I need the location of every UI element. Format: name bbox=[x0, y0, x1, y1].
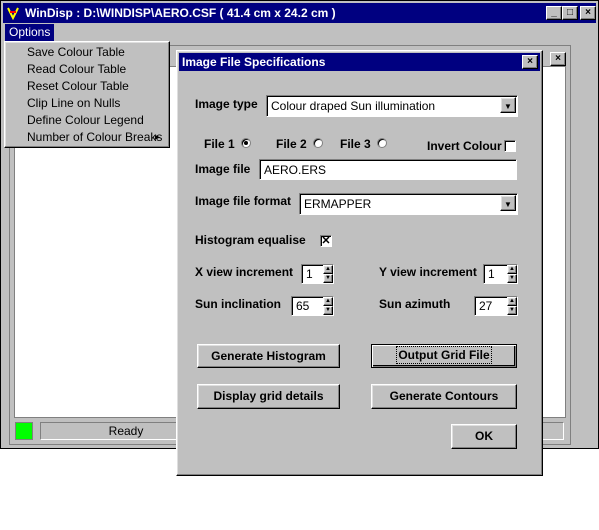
image-file-format-select[interactable]: ERMAPPER ▼ bbox=[299, 193, 518, 215]
image-file-format-label: Image file format bbox=[195, 194, 292, 208]
y-view-increment-spinner[interactable]: 1 ▲ ▼ bbox=[483, 264, 518, 284]
x-view-increment-down-button[interactable]: ▼ bbox=[323, 274, 333, 283]
ok-button[interactable]: OK bbox=[451, 424, 517, 449]
minimize-button[interactable]: _ bbox=[546, 6, 562, 20]
status-indicator bbox=[15, 422, 33, 440]
maximize-button[interactable]: □ bbox=[562, 6, 578, 20]
image-type-value: Colour draped Sun illumination bbox=[271, 99, 436, 113]
chevron-down-icon: ▼ bbox=[504, 200, 512, 209]
histogram-equalise-label: Histogram equalise bbox=[195, 233, 306, 247]
main-window-title: WinDisp : D:\WINDISP\AERO.CSF ( 41.4 cm … bbox=[25, 6, 336, 20]
close-icon: × bbox=[585, 7, 591, 18]
histogram-equalise-checkbox[interactable]: ✕ bbox=[320, 235, 332, 247]
status-panel-right bbox=[540, 422, 564, 440]
chevron-down-icon: ▼ bbox=[504, 102, 512, 111]
menu-bar: Options bbox=[3, 24, 596, 42]
output-grid-file-button[interactable]: Output Grid File bbox=[371, 344, 517, 368]
dialog-title-bar[interactable]: Image File Specifications × bbox=[179, 53, 540, 71]
spin-down-icon: ▼ bbox=[325, 275, 331, 281]
menu-options-label: Options bbox=[9, 25, 51, 39]
generate-histogram-button[interactable]: Generate Histogram bbox=[197, 344, 340, 368]
x-view-increment-label: X view increment bbox=[195, 265, 294, 279]
menu-item-define-colour-legend[interactable]: Define Colour Legend bbox=[5, 112, 195, 129]
display-grid-details-button[interactable]: Display grid details bbox=[197, 384, 340, 409]
invert-colour-label: Invert Colour bbox=[427, 139, 502, 153]
y-view-increment-up-button[interactable]: ▲ bbox=[507, 265, 517, 274]
spin-down-icon: ▼ bbox=[325, 307, 331, 313]
spin-up-icon: ▲ bbox=[509, 266, 515, 272]
options-menu: Save Colour Table Read Colour Table Rese… bbox=[4, 41, 170, 148]
image-file-input[interactable]: AERO.ERS bbox=[259, 159, 517, 180]
dialog-close-button[interactable]: × bbox=[522, 55, 538, 69]
close-icon: × bbox=[555, 53, 561, 64]
x-view-increment-up-button[interactable]: ▲ bbox=[323, 265, 333, 274]
file2-label: File 2 bbox=[276, 137, 307, 151]
invert-colour-checkbox[interactable] bbox=[504, 140, 516, 152]
image-file-format-dropdown-button[interactable]: ▼ bbox=[500, 195, 516, 211]
file3-radio[interactable] bbox=[377, 138, 387, 148]
spin-down-icon: ▼ bbox=[509, 275, 515, 281]
spin-up-icon: ▲ bbox=[509, 298, 515, 304]
file3-label: File 3 bbox=[340, 137, 371, 151]
menu-options[interactable]: Options bbox=[5, 24, 55, 41]
sun-inclination-label: Sun inclination bbox=[195, 297, 281, 311]
sun-azimuth-down-button[interactable]: ▼ bbox=[507, 306, 517, 315]
sun-azimuth-spinner[interactable]: 27 ▲ ▼ bbox=[474, 296, 518, 316]
close-icon: × bbox=[527, 56, 533, 67]
y-view-increment-down-button[interactable]: ▼ bbox=[507, 274, 517, 283]
menu-item-read-colour-table[interactable]: Read Colour Table bbox=[5, 61, 195, 78]
dialog-title: Image File Specifications bbox=[182, 55, 326, 69]
x-view-increment-spinner[interactable]: 1 ▲ ▼ bbox=[301, 264, 334, 284]
menu-item-save-colour-table[interactable]: Save Colour Table bbox=[5, 44, 195, 61]
menu-item-reset-colour-table[interactable]: Reset Colour Table bbox=[5, 78, 195, 95]
image-type-dropdown-button[interactable]: ▼ bbox=[500, 97, 516, 113]
main-title-bar[interactable]: WinDisp : D:\WINDISP\AERO.CSF ( 41.4 cm … bbox=[3, 3, 596, 23]
submenu-arrow-icon: ▸ bbox=[155, 132, 161, 143]
sun-azimuth-up-button[interactable]: ▲ bbox=[507, 297, 517, 306]
sun-azimuth-value: 27 bbox=[479, 299, 493, 313]
file1-label: File 1 bbox=[204, 137, 235, 151]
y-view-increment-label: Y view increment bbox=[379, 265, 477, 279]
sun-azimuth-label: Sun azimuth bbox=[379, 297, 451, 311]
sun-inclination-value: 65 bbox=[296, 299, 310, 313]
menu-item-number-of-colour-breaks[interactable]: Number of Colour Breaks ▸ bbox=[5, 129, 195, 146]
menu-item-clip-line-on-nulls[interactable]: Clip Line on Nulls bbox=[5, 95, 195, 112]
image-file-format-value: ERMAPPER bbox=[304, 197, 372, 211]
maximize-icon: □ bbox=[566, 7, 574, 18]
spin-up-icon: ▲ bbox=[325, 298, 331, 304]
sun-inclination-down-button[interactable]: ▼ bbox=[323, 306, 333, 315]
image-file-value: AERO.ERS bbox=[264, 163, 327, 177]
image-type-select[interactable]: Colour draped Sun illumination ▼ bbox=[266, 95, 518, 117]
app-icon[interactable] bbox=[6, 6, 20, 21]
status-text: Ready bbox=[108, 424, 144, 438]
image-type-label: Image type bbox=[195, 97, 258, 111]
spin-up-icon: ▲ bbox=[325, 266, 331, 272]
sun-inclination-spinner[interactable]: 65 ▲ ▼ bbox=[291, 296, 334, 316]
image-file-specifications-dialog: Image File Specifications × Image type C… bbox=[176, 50, 543, 476]
minimize-icon: _ bbox=[551, 7, 557, 18]
image-file-label: Image file bbox=[195, 162, 251, 176]
generate-contours-button[interactable]: Generate Contours bbox=[371, 384, 517, 409]
y-view-increment-value: 1 bbox=[488, 267, 495, 281]
x-view-increment-value: 1 bbox=[306, 267, 313, 281]
sun-inclination-up-button[interactable]: ▲ bbox=[323, 297, 333, 306]
child-close-button[interactable]: × bbox=[550, 52, 566, 66]
spin-down-icon: ▼ bbox=[509, 307, 515, 313]
close-button[interactable]: × bbox=[580, 6, 596, 20]
file1-radio[interactable] bbox=[241, 138, 251, 148]
file2-radio[interactable] bbox=[313, 138, 323, 148]
